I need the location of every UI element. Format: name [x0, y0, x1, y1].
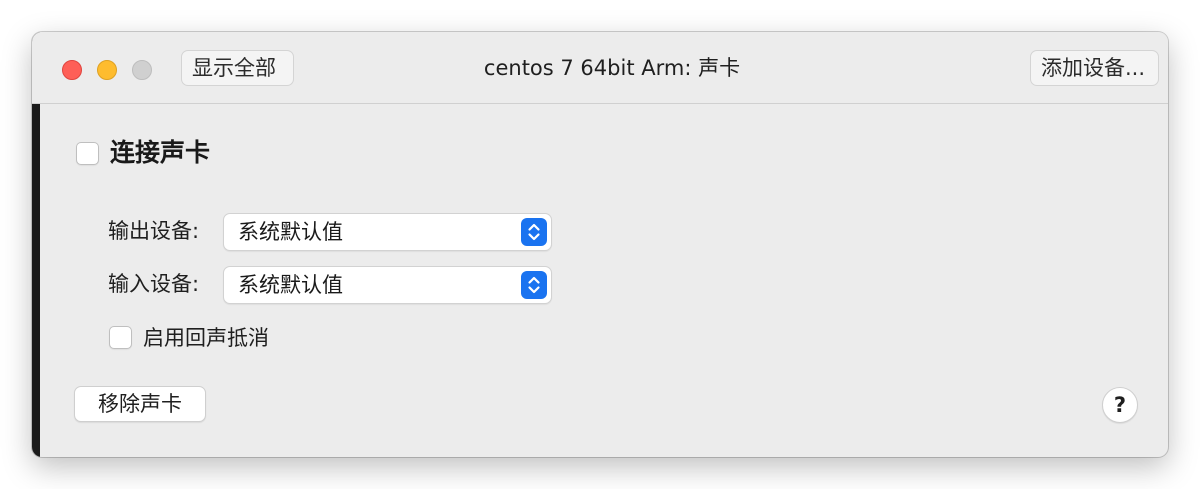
echo-cancel-label: 启用回声抵消 [143, 326, 269, 350]
output-device-label: 输出设备: [108, 219, 200, 243]
settings-window: 显示全部 centos 7 64bit Arm: 声卡 添加设备... 连接声卡… [32, 32, 1168, 457]
show-all-button[interactable]: 显示全部 [181, 50, 294, 86]
help-button[interactable]: ? [1102, 387, 1138, 423]
input-device-value: 系统默认值 [238, 273, 343, 297]
input-device-label: 输入设备: [108, 272, 200, 296]
minimize-icon[interactable] [97, 60, 117, 80]
input-device-select[interactable]: 系统默认值 [223, 266, 552, 304]
window-title: centos 7 64bit Arm: 声卡 [483, 56, 741, 80]
add-device-button[interactable]: 添加设备... [1030, 50, 1159, 86]
question-mark-icon: ? [1113, 393, 1127, 417]
output-device-select[interactable]: 系统默认值 [223, 213, 552, 251]
chevron-up-down-icon [521, 218, 547, 246]
connect-sound-card-checkbox[interactable] [76, 142, 99, 165]
output-device-value: 系统默认值 [238, 220, 343, 244]
remove-sound-card-button[interactable]: 移除声卡 [74, 386, 206, 422]
chevron-up-down-icon [521, 271, 547, 299]
close-icon[interactable] [62, 60, 82, 80]
titlebar: 显示全部 centos 7 64bit Arm: 声卡 添加设备... [32, 32, 1168, 104]
echo-cancel-checkbox[interactable] [109, 326, 132, 349]
zoom-icon[interactable] [132, 60, 152, 80]
connect-sound-card-label: 连接声卡 [110, 138, 211, 167]
